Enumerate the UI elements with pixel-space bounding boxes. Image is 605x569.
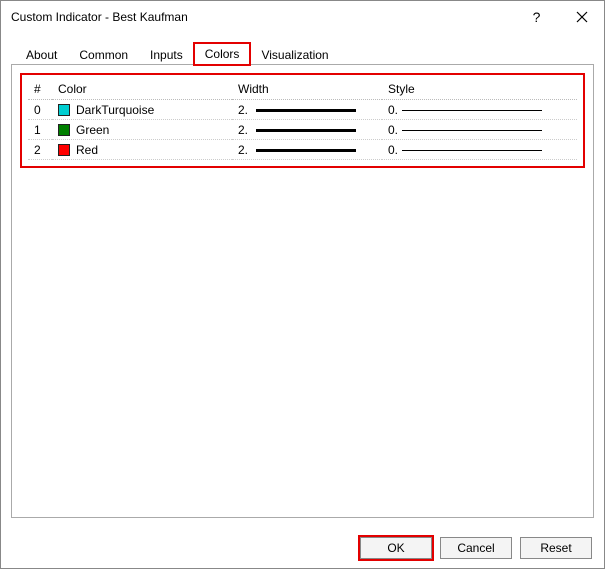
style-value: 0. bbox=[388, 143, 398, 157]
tab-common[interactable]: Common bbox=[68, 44, 139, 65]
tab-label: About bbox=[26, 48, 57, 62]
style-cell[interactable]: 0. bbox=[382, 120, 577, 140]
style-cell[interactable]: 0. bbox=[382, 100, 577, 120]
width-preview-line bbox=[256, 109, 356, 112]
tab-label: Visualization bbox=[261, 48, 328, 62]
help-icon: ? bbox=[533, 9, 541, 25]
style-value: 0. bbox=[388, 103, 398, 117]
style-preview-line bbox=[402, 150, 542, 151]
colors-table: # Color Width Style 0 DarkTurquoise bbox=[28, 79, 577, 160]
table-row[interactable]: 1 Green 2. 0. bbox=[28, 120, 577, 140]
col-header-index[interactable]: # bbox=[28, 79, 52, 100]
style-preview-line bbox=[402, 110, 542, 111]
col-header-style[interactable]: Style bbox=[382, 79, 577, 100]
color-cell[interactable]: Green bbox=[52, 120, 232, 140]
tab-inputs[interactable]: Inputs bbox=[139, 44, 194, 65]
window-title: Custom Indicator - Best Kaufman bbox=[11, 10, 514, 24]
width-value: 2. bbox=[238, 123, 252, 137]
help-button[interactable]: ? bbox=[514, 1, 559, 33]
close-icon bbox=[576, 11, 588, 23]
style-cell[interactable]: 0. bbox=[382, 140, 577, 160]
color-name: Red bbox=[76, 143, 98, 157]
dialog-footer: OK Cancel Reset bbox=[1, 528, 604, 568]
color-swatch bbox=[58, 104, 70, 116]
table-row[interactable]: 0 DarkTurquoise 2. 0. bbox=[28, 100, 577, 120]
tab-bar: About Common Inputs Colors Visualization bbox=[15, 41, 594, 65]
tab-panel: # Color Width Style 0 DarkTurquoise bbox=[11, 64, 594, 518]
row-index: 1 bbox=[28, 120, 52, 140]
ok-button[interactable]: OK bbox=[360, 537, 432, 559]
reset-button[interactable]: Reset bbox=[520, 537, 592, 559]
color-swatch bbox=[58, 124, 70, 136]
width-preview-line bbox=[256, 149, 356, 152]
dialog-window: Custom Indicator - Best Kaufman ? About … bbox=[0, 0, 605, 569]
cancel-button[interactable]: Cancel bbox=[440, 537, 512, 559]
tab-visualization[interactable]: Visualization bbox=[250, 44, 339, 65]
color-cell[interactable]: DarkTurquoise bbox=[52, 100, 232, 120]
close-button[interactable] bbox=[559, 1, 604, 33]
tab-label: Inputs bbox=[150, 48, 183, 62]
row-index: 2 bbox=[28, 140, 52, 160]
dialog-content: About Common Inputs Colors Visualization… bbox=[1, 33, 604, 528]
table-row[interactable]: 2 Red 2. 0. bbox=[28, 140, 577, 160]
tab-label: Colors bbox=[205, 47, 240, 61]
color-cell[interactable]: Red bbox=[52, 140, 232, 160]
style-preview-line bbox=[402, 130, 542, 131]
row-index: 0 bbox=[28, 100, 52, 120]
tab-about[interactable]: About bbox=[15, 44, 68, 65]
width-cell[interactable]: 2. bbox=[232, 140, 382, 160]
width-value: 2. bbox=[238, 143, 252, 157]
button-label: Reset bbox=[540, 541, 571, 555]
colors-table-container: # Color Width Style 0 DarkTurquoise bbox=[20, 73, 585, 168]
style-value: 0. bbox=[388, 123, 398, 137]
col-header-color[interactable]: Color bbox=[52, 79, 232, 100]
color-swatch bbox=[58, 144, 70, 156]
button-label: Cancel bbox=[457, 541, 494, 555]
tab-label: Common bbox=[79, 48, 128, 62]
button-label: OK bbox=[387, 541, 404, 555]
tab-colors[interactable]: Colors bbox=[194, 43, 251, 65]
width-cell[interactable]: 2. bbox=[232, 120, 382, 140]
col-header-width[interactable]: Width bbox=[232, 79, 382, 100]
color-name: DarkTurquoise bbox=[76, 103, 154, 117]
width-preview-line bbox=[256, 129, 356, 132]
width-cell[interactable]: 2. bbox=[232, 100, 382, 120]
titlebar: Custom Indicator - Best Kaufman ? bbox=[1, 1, 604, 33]
color-name: Green bbox=[76, 123, 109, 137]
width-value: 2. bbox=[238, 103, 252, 117]
